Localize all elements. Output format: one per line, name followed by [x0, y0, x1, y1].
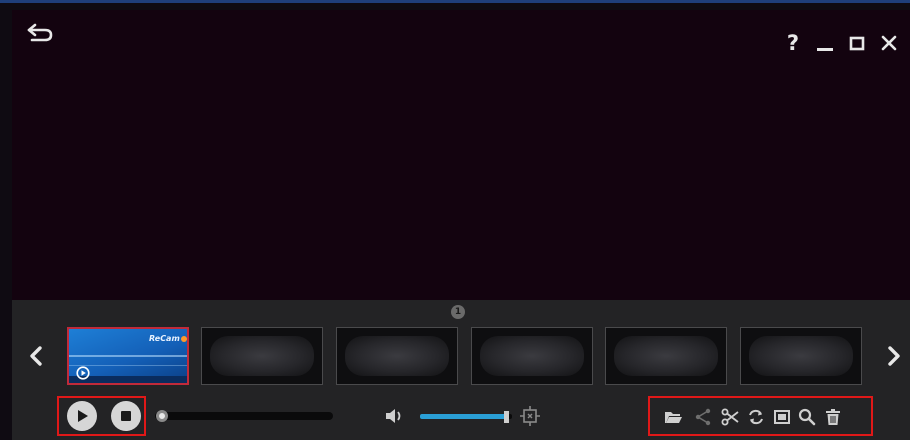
chevron-right-icon [888, 346, 900, 366]
folder-open-icon [665, 412, 682, 423]
thumbnail-empty[interactable] [201, 327, 323, 385]
maximize-button[interactable] [844, 30, 870, 56]
share-button[interactable] [693, 407, 713, 427]
convert-button[interactable] [746, 407, 766, 427]
gallery-button[interactable] [772, 407, 792, 427]
progress-knob[interactable] [156, 410, 168, 422]
progress-track [155, 412, 333, 420]
search-icon [798, 408, 816, 426]
play-button[interactable] [67, 401, 97, 431]
back-arrow-icon [27, 23, 53, 42]
play-circle-icon [76, 366, 90, 380]
player-window: ? 1 ReCam [0, 0, 910, 440]
volume-handle[interactable] [504, 411, 509, 423]
volume-fill [420, 414, 507, 419]
volume-slider[interactable] [420, 411, 512, 423]
window-controls: ? [780, 30, 902, 56]
play-icon [78, 410, 88, 422]
progress-slider[interactable] [155, 409, 333, 423]
thumbnail-empty[interactable] [471, 327, 593, 385]
window-top-border [0, 0, 910, 3]
thumbnail-logo: ReCam [149, 334, 187, 343]
video-viewer[interactable] [12, 10, 910, 300]
stop-button[interactable] [111, 401, 141, 431]
delete-button[interactable] [823, 407, 843, 427]
scissors-icon [721, 408, 739, 426]
close-button[interactable] [876, 30, 902, 56]
gallery-icon [774, 410, 790, 424]
previous-page-button[interactable] [24, 342, 48, 370]
chevron-left-icon [30, 346, 42, 366]
trash-icon [826, 409, 840, 425]
close-icon [881, 35, 897, 51]
maximize-icon [849, 36, 865, 51]
open-folder-button[interactable] [663, 407, 683, 427]
thumbnail-empty[interactable] [740, 327, 862, 385]
fit-screen-icon[interactable] [519, 405, 541, 427]
next-page-button[interactable] [882, 342, 906, 370]
page-indicator: 1 [451, 305, 465, 319]
stop-icon [121, 411, 131, 421]
search-button[interactable] [797, 407, 817, 427]
back-button[interactable] [24, 20, 58, 46]
minimize-button[interactable] [812, 30, 838, 56]
help-icon: ? [786, 31, 800, 55]
thumbnail-empty[interactable] [605, 327, 727, 385]
trim-button[interactable] [720, 407, 740, 427]
speaker-icon[interactable] [383, 406, 405, 426]
thumbnail-recording-1[interactable]: ReCam [67, 327, 189, 385]
convert-icon [749, 409, 763, 425]
thumbnail-empty[interactable] [336, 327, 458, 385]
share-icon [695, 408, 711, 426]
help-button[interactable]: ? [780, 30, 806, 56]
minimize-icon [817, 48, 833, 51]
